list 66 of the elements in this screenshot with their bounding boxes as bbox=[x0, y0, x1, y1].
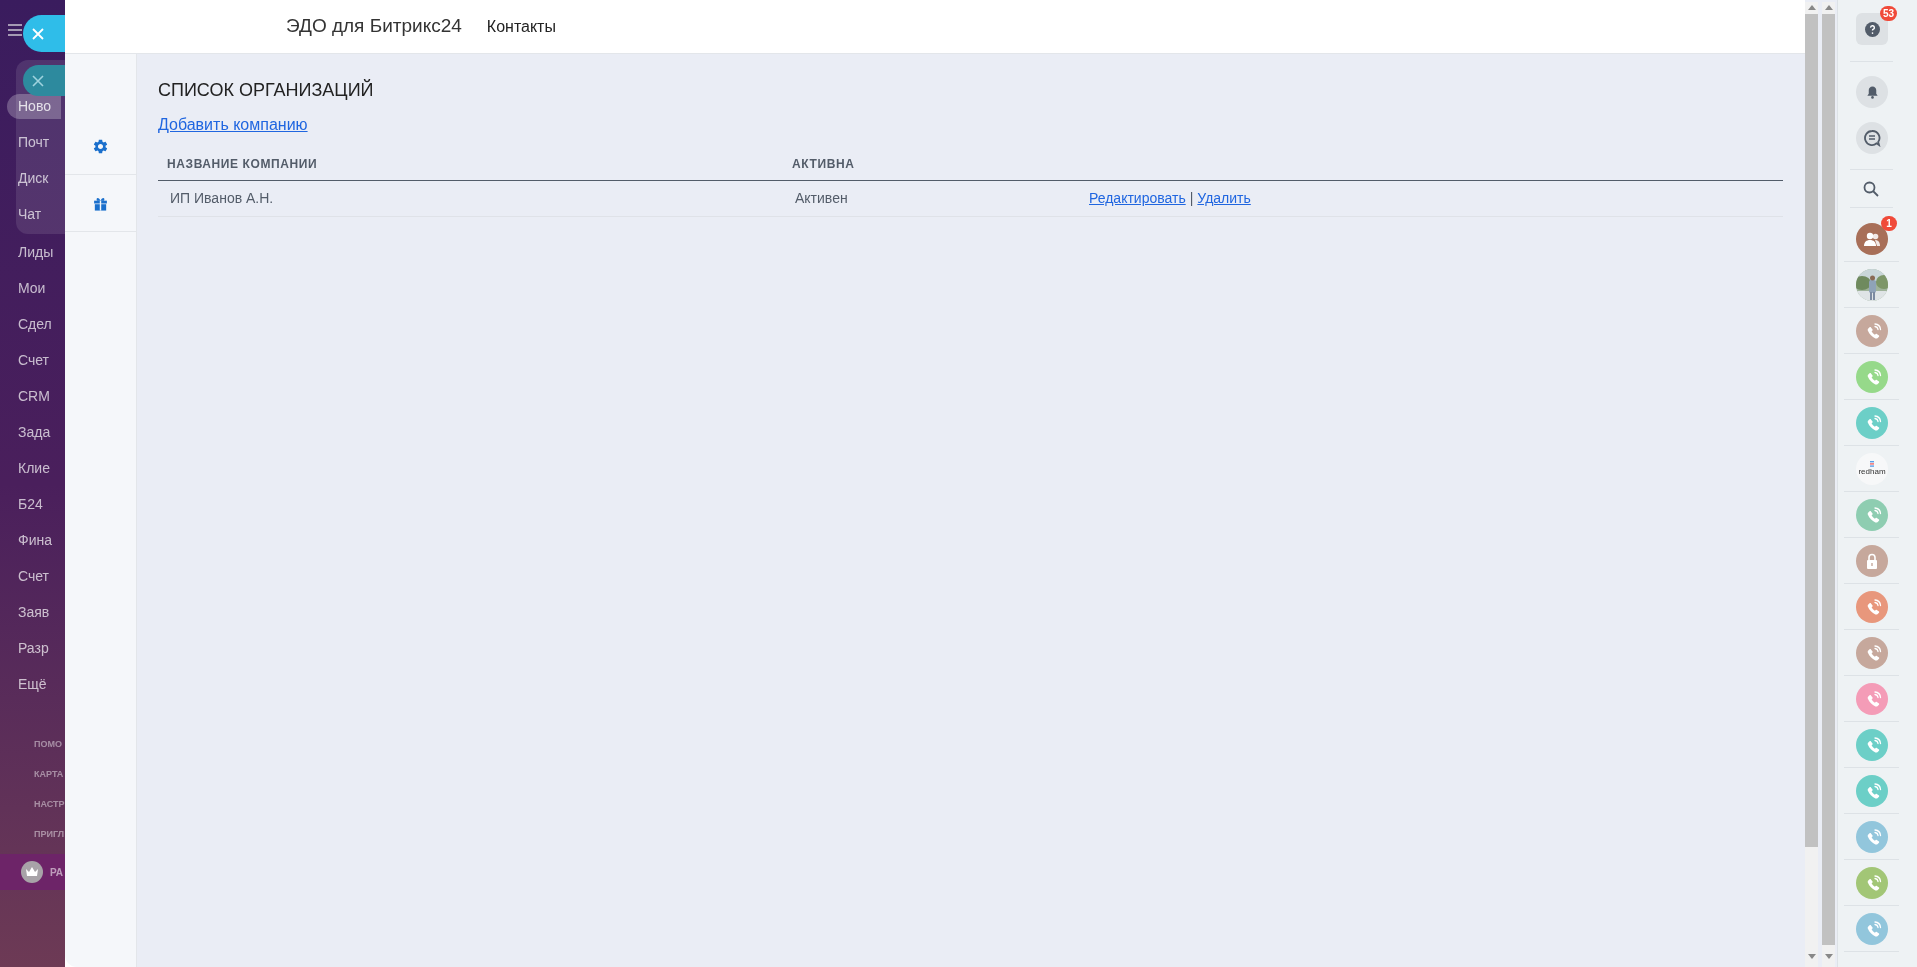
close-icon bbox=[32, 74, 44, 87]
menu-item[interactable]: Ещё bbox=[7, 671, 57, 697]
table-cell: Активен bbox=[795, 190, 848, 206]
logo-avatar[interactable]: redham bbox=[1856, 452, 1888, 485]
phone-icon[interactable] bbox=[1856, 774, 1888, 807]
phone-icon[interactable] bbox=[1856, 636, 1888, 669]
menu-item[interactable]: Клие bbox=[7, 455, 60, 481]
notifications-button[interactable] bbox=[1856, 76, 1888, 108]
menu-item[interactable]: Заяв bbox=[7, 599, 60, 625]
phone-icon[interactable] bbox=[1856, 498, 1888, 531]
promo-bar[interactable]: РА bbox=[0, 854, 65, 890]
phone-icon[interactable] bbox=[1856, 682, 1888, 715]
menu-link[interactable]: ПРИГЛ bbox=[34, 828, 65, 842]
scrollbar-thumb[interactable] bbox=[1822, 14, 1835, 945]
phone-icon[interactable] bbox=[1856, 406, 1888, 439]
notification-badge: 1 bbox=[1881, 215, 1897, 231]
stripes-icon bbox=[1870, 461, 1874, 467]
logo-text: redham bbox=[1858, 467, 1886, 476]
menu-item[interactable]: Б24 bbox=[7, 491, 53, 517]
chat-button[interactable] bbox=[1856, 122, 1888, 154]
phone-icon[interactable] bbox=[1856, 360, 1888, 393]
menu-item[interactable]: Разр bbox=[7, 635, 59, 661]
delete-link[interactable]: Удалить bbox=[1197, 188, 1251, 209]
menu-item[interactable]: Зада bbox=[7, 419, 61, 445]
menu-item[interactable]: Счет bbox=[7, 347, 59, 373]
scrollbar-thumb[interactable] bbox=[1805, 14, 1818, 847]
menu-item[interactable]: Фина bbox=[7, 527, 62, 553]
phone-icon[interactable] bbox=[1856, 820, 1888, 853]
phone-icon[interactable] bbox=[1856, 314, 1888, 347]
menu-item[interactable]: Почт bbox=[7, 129, 60, 155]
column-header: АКТИВНА bbox=[792, 157, 855, 171]
question-icon bbox=[1864, 21, 1880, 37]
lock-icon[interactable] bbox=[1856, 544, 1888, 577]
table-cell: ИП Иванов А.Н. bbox=[170, 190, 274, 206]
menu-item[interactable]: Мои bbox=[7, 275, 56, 301]
menu-link[interactable]: НАСТР bbox=[34, 798, 65, 812]
menu-item[interactable]: Ново bbox=[7, 93, 61, 119]
menu-item[interactable]: Чат bbox=[7, 201, 52, 227]
close-button[interactable] bbox=[23, 15, 65, 52]
close-icon bbox=[32, 27, 44, 40]
menu-item[interactable]: Сдел bbox=[7, 311, 62, 337]
notification-badge: 53 bbox=[1879, 6, 1897, 21]
crown-icon bbox=[21, 861, 43, 883]
chat-icon bbox=[1863, 129, 1881, 147]
phone-icon[interactable] bbox=[1856, 912, 1888, 945]
phone-icon[interactable] bbox=[1856, 590, 1888, 623]
app-title: ЭДО для Битрикс24 bbox=[286, 14, 462, 39]
menu-item[interactable]: Лиды bbox=[7, 239, 64, 265]
phone-icon[interactable] bbox=[1856, 866, 1888, 899]
settings-icon[interactable] bbox=[92, 137, 109, 155]
group-avatar-icon[interactable] bbox=[1856, 222, 1888, 255]
menu-item[interactable]: Счет bbox=[7, 563, 59, 589]
menu-item[interactable]: Диск bbox=[7, 165, 59, 191]
search-icon[interactable] bbox=[1863, 180, 1879, 197]
edit-link[interactable]: Редактировать bbox=[1089, 188, 1186, 209]
column-header: НАЗВАНИЕ КОМПАНИИ bbox=[167, 157, 318, 171]
menu-item[interactable]: CRM bbox=[7, 383, 60, 409]
promo-text: РА bbox=[50, 865, 63, 880]
menu-icon[interactable] bbox=[8, 24, 22, 36]
phone-icon[interactable] bbox=[1856, 728, 1888, 761]
add-company-link[interactable]: Добавить компанию bbox=[158, 113, 308, 137]
menu-link[interactable]: КАРТА bbox=[34, 768, 64, 782]
menu-link[interactable]: ПОМО bbox=[34, 738, 62, 752]
nav-link[interactable]: Контакты bbox=[486, 14, 556, 39]
separator: | bbox=[1189, 189, 1194, 208]
page-title: СПИСОК ОРГАНИЗАЦИЙ bbox=[158, 80, 375, 100]
